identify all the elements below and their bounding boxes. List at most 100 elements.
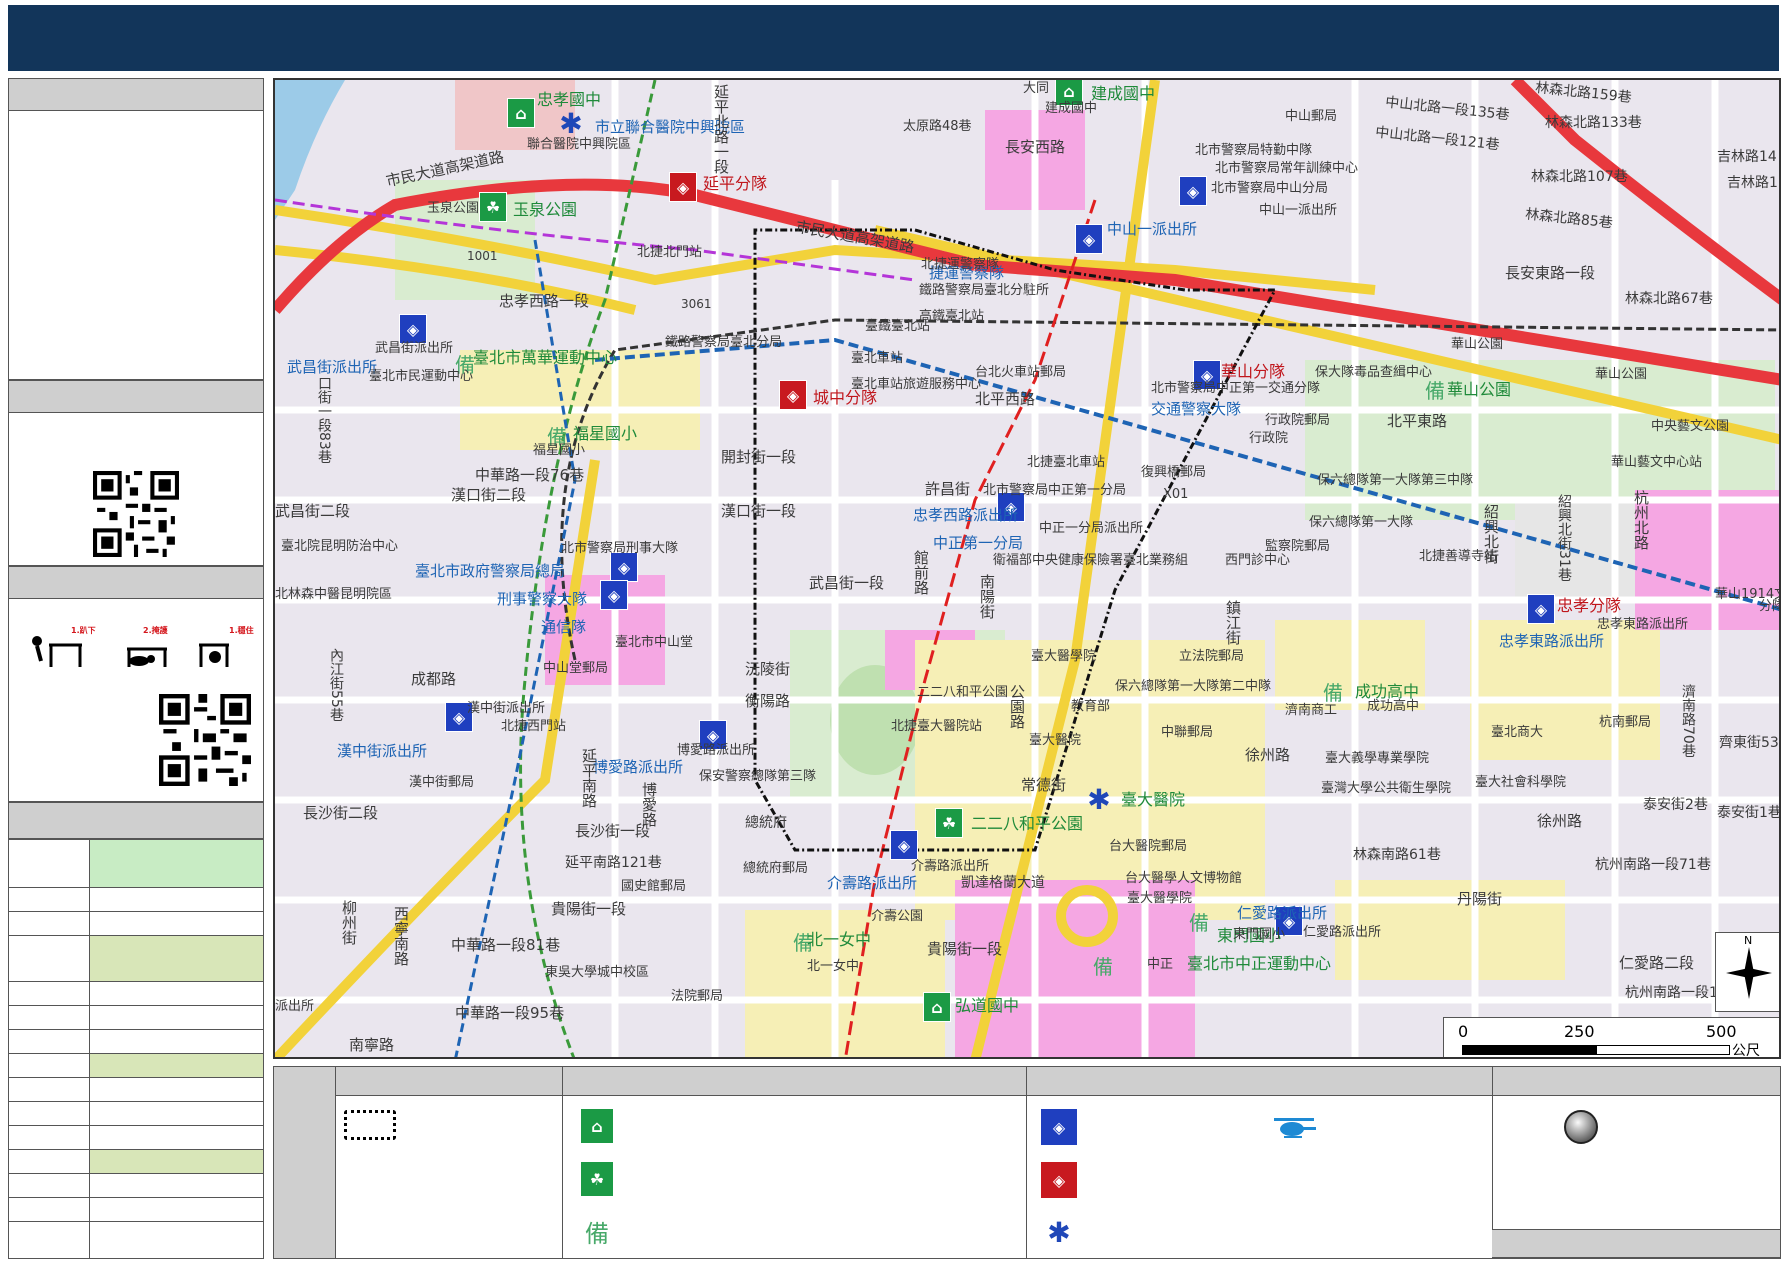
map-label: 成功高中 — [1367, 699, 1420, 714]
police-station-icon[interactable]: ◈ — [610, 552, 638, 582]
police-station-icon[interactable]: ◈ — [1527, 594, 1555, 624]
map-label: 武昌街二段 — [275, 502, 351, 520]
map-label: 中華路一段76巷 — [475, 466, 585, 484]
map-label: 介壽路派出所 — [827, 874, 918, 892]
spare-shelter-icon[interactable]: 備 — [1185, 906, 1213, 936]
police-station-icon[interactable]: ◈ — [890, 830, 918, 860]
map-label: 保六總隊第一大隊第二中隊 — [1115, 679, 1272, 694]
map-label: 臺大醫院 — [1029, 733, 1082, 748]
police-station-icon[interactable]: ◈ — [1075, 224, 1103, 254]
map-label: 高鐵臺北站 — [919, 309, 985, 324]
medical-icon[interactable]: ✱ — [1085, 783, 1113, 816]
table-panel — [8, 802, 264, 1259]
evacuation-park-icon[interactable]: ☘ — [479, 192, 507, 222]
map-label: 台大醫院郵局 — [1109, 839, 1188, 854]
map-label: 二二八和平公園 — [917, 685, 1009, 700]
map-label: 長沙街二段 — [303, 804, 379, 822]
spare-shelter-icon[interactable]: 備 — [1089, 950, 1117, 980]
fire-unit-icon[interactable]: ◈ — [779, 380, 807, 410]
evacuation-park-icon[interactable]: ☘ — [935, 808, 963, 838]
map-label: 北一女中 — [807, 930, 872, 949]
police-station-icon[interactable]: ◈ — [600, 580, 628, 610]
map-label: 教育部 — [1071, 699, 1111, 714]
map-label: 臺大義學專業學院 — [1325, 751, 1430, 766]
qr-code[interactable] — [93, 471, 179, 557]
police-station-icon[interactable]: ◈ — [399, 314, 427, 344]
map-label: 延平南路121巷 — [565, 855, 662, 871]
map-label: 北市警察局刑事大隊 — [561, 541, 679, 556]
map-label: 吉林路1 — [1727, 175, 1778, 191]
map-label: 派出所 — [275, 999, 315, 1014]
map-label: 臺大社會科學院 — [1475, 775, 1567, 790]
map-label: 徐州路 — [1245, 746, 1291, 764]
map-label: 保安警察總隊第三隊 — [699, 769, 817, 784]
drill-step-drop-label: 1.趴下 — [71, 626, 96, 635]
scale-tick-500: 500 — [1706, 1022, 1737, 1041]
scale-tick-0: 0 — [1458, 1022, 1469, 1041]
drill-panel: 1.趴下 2.掩護 1.穩住 — [8, 566, 264, 802]
map-label: 中央藝文公園 — [1651, 419, 1730, 434]
table-row — [9, 1101, 263, 1126]
map-label: 長安東路一段 — [1505, 264, 1596, 282]
map-label: 林森南路61巷 — [1353, 847, 1441, 863]
map-view[interactable]: ◈ ◈ ◈ ◈ ◈ ◈ ◈ ◈ ◈ ◈ ◈ ◈ ◈ ◈ ⌂ ⌂ ⌂ ☘ ☘ ✱ … — [273, 78, 1781, 1059]
map-label: 開封街一段 — [721, 448, 797, 466]
map-label: 武昌街一段 — [809, 574, 885, 592]
map-label: 台大醫學人文博物館 — [1125, 871, 1243, 886]
drill-qr-code[interactable] — [159, 694, 251, 786]
map-label: 中正 — [1147, 957, 1174, 972]
map-label: 柳州街 — [340, 900, 358, 945]
map-label: 北市警察局特勤中隊 — [1195, 143, 1313, 158]
shelter-icon[interactable]: ⌂ — [923, 992, 951, 1022]
map-label: 仁愛路派出所 — [1237, 904, 1328, 922]
map-label: 徐州路 — [1537, 812, 1583, 830]
scale-bar: 0 250 500 公尺 — [1443, 1017, 1779, 1057]
map-label: 沅陵街 — [745, 660, 791, 678]
map-label: 北捷運警察隊 — [921, 257, 1000, 272]
drill-step-cover: 2.掩護 — [107, 627, 177, 671]
map-label: 博愛路派出所 — [593, 758, 684, 776]
map-label: 東門國小 — [1233, 927, 1286, 942]
map-label: 貴陽街一段 — [927, 940, 1003, 958]
table-row — [9, 1173, 263, 1198]
map-label: 臺北市中正運動中心 — [1187, 954, 1332, 973]
map-label: 博愛路 — [640, 782, 658, 827]
table-row — [9, 1125, 263, 1150]
map-label: 西門診中心 — [1225, 553, 1291, 568]
map-label: 中山郵局 — [1285, 109, 1338, 124]
map-label: 臺北市政府警察局總局 — [415, 562, 566, 580]
map-label: 保六總隊第一大隊第三中隊 — [1317, 473, 1474, 488]
map-label: 漢口街二段 — [451, 486, 527, 504]
map-label: 中華路一段81巷 — [451, 936, 561, 954]
police-station-icon[interactable]: ◈ — [1179, 176, 1207, 206]
map-label: 濟南商工 — [1285, 703, 1338, 718]
map-label: 南寧路 — [349, 1036, 395, 1054]
qr-panel — [8, 380, 264, 566]
map-label: 建成國中 — [1045, 101, 1098, 116]
map-label: 仁愛路派出所 — [1303, 925, 1382, 940]
fire-unit-icon[interactable]: ◈ — [669, 172, 697, 202]
map-label: 漢中街派出所 — [467, 701, 546, 716]
map-label: 忠孝西路派出所 — [913, 506, 1019, 524]
map-label: 成都路 — [411, 670, 457, 688]
map-label: 臺大醫學院 — [1127, 891, 1193, 906]
map-label: 杭州北路 — [1632, 490, 1650, 550]
map-label: 林森北路67巷 — [1625, 291, 1713, 307]
map-label: 監察院郵局 — [1265, 539, 1331, 554]
drill-step-hold-label: 1.穩住 — [229, 626, 254, 635]
map-label: 行政院郵局 — [1265, 413, 1331, 428]
map-label: 北一女中 — [807, 959, 860, 974]
map-label: 杭南郵局 — [1599, 715, 1652, 730]
medical-icon[interactable]: ✱ — [557, 107, 585, 140]
spare-shelter-icon[interactable]: 備 — [1319, 676, 1347, 706]
shelter-icon[interactable]: ⌂ — [507, 98, 535, 128]
map-label: 鐵路警察局臺北分駐所 — [919, 283, 1050, 298]
map-label: 凱達格蘭大道 — [961, 875, 1045, 891]
map-label: 忠孝分隊 — [1557, 596, 1622, 615]
scale-tick-250: 250 — [1564, 1022, 1595, 1041]
map-label: 城中分隊 — [813, 388, 878, 407]
map-label: 長沙街一段 — [575, 822, 651, 840]
table-row — [9, 935, 263, 982]
map-label: 紹興北街 — [1482, 504, 1500, 564]
map-label: 館前路 — [912, 550, 930, 595]
